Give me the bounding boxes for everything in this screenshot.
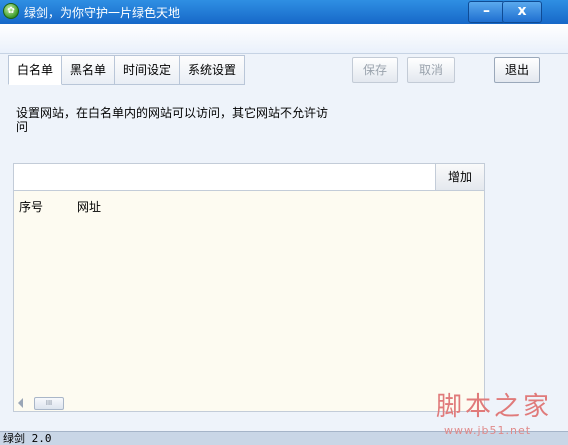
close-button[interactable]: x [502, 1, 542, 23]
whitelist-panel: 增加 序号 网址 III [13, 163, 485, 412]
watermark-url: www.jb51.net [444, 424, 532, 437]
watermark-text: 脚本之家 [436, 392, 553, 422]
whitelist-description: 设置网站，在白名单内的网站可以访问，其它网站不允许访问 [16, 106, 329, 134]
window-title: 绿剑，为你守护一片绿色天地 [24, 6, 181, 20]
save-button[interactable]: 保存 [352, 57, 398, 83]
tab-whitelist[interactable]: 白名单 [8, 55, 63, 85]
scroll-left-arrow-icon[interactable] [18, 398, 23, 408]
tab-time-settings[interactable]: 时间设定 [115, 55, 181, 85]
tab-blacklist[interactable]: 黑名单 [62, 55, 116, 85]
url-input[interactable] [14, 164, 436, 191]
scroll-thumb[interactable]: III [34, 397, 64, 410]
green-sword-app-icon: ✿ [3, 3, 19, 19]
column-header-url[interactable]: 网址 [77, 198, 101, 215]
minimize-button[interactable]: – [468, 1, 505, 23]
tab-system-settings[interactable]: 系统设置 [180, 55, 246, 85]
exit-button[interactable]: 退出 [494, 57, 540, 83]
cancel-button[interactable]: 取消 [407, 57, 455, 83]
version-label: 绿剑 2.0 [3, 432, 52, 445]
header-band [0, 24, 568, 54]
tab-bar: 白名单 黑名单 时间设定 系统设置 [8, 55, 246, 85]
column-header-index[interactable]: 序号 [19, 198, 43, 215]
title-bar: ✿ 绿剑，为你守护一片绿色天地 – x [0, 0, 568, 24]
horizontal-scrollbar[interactable]: III [14, 396, 484, 411]
add-button[interactable]: 增加 [436, 164, 484, 191]
site-watermark: 脚本之家 www.jb51.net [430, 386, 566, 444]
list-header: 序号 网址 [14, 198, 484, 214]
